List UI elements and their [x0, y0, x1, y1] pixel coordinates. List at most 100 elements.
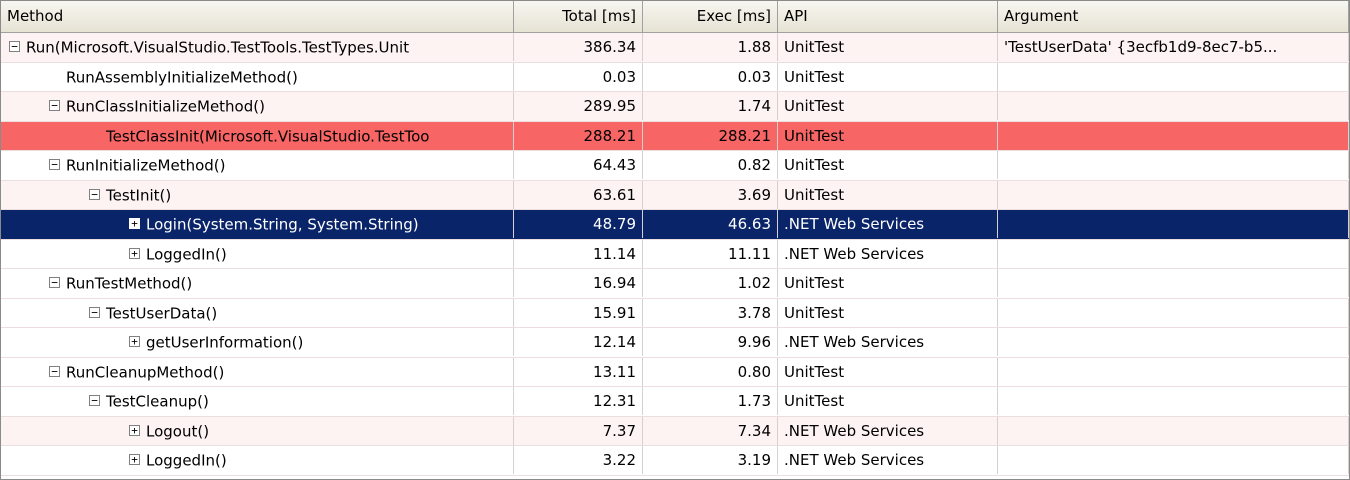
- collapse-toggle-icon[interactable]: −: [9, 41, 20, 52]
- table-row[interactable]: − TestCleanup() 12.31 1.73 UnitTest: [1, 387, 1349, 417]
- table-row[interactable]: − TestInit() 63.61 3.69 UnitTest: [1, 180, 1349, 210]
- exec-cell: 1.02: [643, 269, 778, 297]
- exec-cell: 1.88: [643, 33, 778, 61]
- column-header-total[interactable]: Total [ms]: [514, 1, 643, 32]
- method-name: TestUserData(): [106, 304, 218, 322]
- exec-cell: 46.63: [643, 210, 778, 238]
- total-cell: 386.34: [514, 33, 643, 61]
- argument-cell: [998, 446, 1349, 474]
- method-cell: − Run(Microsoft.VisualStudio.TestTools.Te…: [1, 33, 514, 61]
- method-cell: + LoggedIn(): [1, 446, 514, 474]
- total-cell: 288.21: [514, 121, 643, 150]
- collapse-toggle-icon[interactable]: −: [49, 277, 60, 288]
- table-row[interactable]: + LoggedIn() 11.14 11.11 .NET Web Services: [1, 239, 1349, 269]
- argument-cell: [998, 92, 1349, 120]
- method-name: TestCleanup(): [106, 392, 209, 411]
- column-header-bar: Method Total [ms] Exec [ms] API Argument: [1, 1, 1349, 33]
- method-cell: + getUserInformation(): [1, 328, 514, 356]
- table-row[interactable]: + Logout() 7.37 7.34 .NET Web Services: [1, 416, 1349, 446]
- total-cell: 289.95: [514, 92, 643, 120]
- api-cell: UnitTest: [778, 33, 998, 61]
- method-cell: − RunTestMethod(): [1, 269, 514, 297]
- exec-cell: 0.82: [643, 151, 778, 179]
- total-cell: 12.14: [514, 328, 643, 356]
- expand-toggle-icon[interactable]: +: [129, 247, 140, 259]
- argument-cell: [998, 239, 1349, 268]
- exec-cell: 3.69: [643, 180, 778, 209]
- argument-cell: 'TestUserData' {3ecfb1d9-8ec7-b5...: [998, 33, 1349, 61]
- table-row[interactable]: − RunCleanupMethod() 13.11 0.80 UnitTest: [1, 357, 1349, 387]
- collapse-toggle-icon[interactable]: −: [49, 365, 60, 377]
- api-cell: .NET Web Services: [778, 416, 998, 445]
- table-row[interactable]: RunAssemblyInitializeMethod() 0.03 0.03 Uni…: [1, 62, 1349, 92]
- method-cell: TestClassInit(Microsoft.VisualStudio.Tes…: [1, 121, 514, 150]
- expand-toggle-icon[interactable]: +: [129, 424, 140, 436]
- collapse-toggle-icon[interactable]: −: [89, 306, 100, 318]
- method-cell: − TestCleanup(): [1, 387, 514, 415]
- method-cell: + LoggedIn(): [1, 239, 514, 268]
- collapse-toggle-icon[interactable]: −: [89, 395, 100, 406]
- method-name: TestClassInit(Microsoft.VisualStudio.Tes…: [106, 127, 430, 145]
- api-cell: UnitTest: [778, 151, 998, 179]
- collapse-toggle-icon[interactable]: −: [49, 100, 60, 111]
- argument-cell: [998, 180, 1349, 209]
- exec-cell: 1.74: [643, 92, 778, 120]
- api-cell: UnitTest: [778, 298, 998, 327]
- exec-cell: 9.96: [643, 328, 778, 356]
- exec-cell: 0.80: [643, 357, 778, 386]
- table-row[interactable]: + getUserInformation() 12.14 9.96 .NET Web S…: [1, 328, 1349, 358]
- exec-cell: 3.78: [643, 298, 778, 327]
- argument-cell: [998, 357, 1349, 386]
- method-name: RunClassInitializeMethod(): [66, 97, 265, 116]
- api-cell: UnitTest: [778, 387, 998, 415]
- argument-cell: [998, 121, 1349, 150]
- exec-cell: 3.19: [643, 446, 778, 474]
- api-cell: .NET Web Services: [778, 210, 998, 238]
- total-cell: 13.11: [514, 357, 643, 386]
- total-cell: 11.14: [514, 239, 643, 268]
- api-cell: UnitTest: [778, 180, 998, 209]
- exec-cell: 7.34: [643, 416, 778, 445]
- collapse-toggle-icon[interactable]: −: [49, 159, 60, 170]
- method-name: TestInit(): [106, 186, 172, 204]
- total-cell: 64.43: [514, 151, 643, 179]
- method-name: Run(Microsoft.VisualStudio.TestTools.Tes…: [26, 38, 410, 57]
- exec-cell: 0.03: [643, 62, 778, 91]
- argument-cell: [998, 151, 1349, 179]
- total-cell: 0.03: [514, 62, 643, 91]
- expand-toggle-icon[interactable]: +: [129, 218, 140, 229]
- api-cell: .NET Web Services: [778, 328, 998, 356]
- api-cell: .NET Web Services: [778, 239, 998, 268]
- method-cell: − TestUserData(): [1, 298, 514, 327]
- method-name: RunInitializeMethod(): [66, 156, 226, 175]
- table-row[interactable]: − TestUserData() 15.91 3.78 UnitTest: [1, 298, 1349, 328]
- expand-toggle-icon[interactable]: +: [129, 454, 140, 465]
- table-row[interactable]: + Login(System.String, System.String) 48.7…: [1, 210, 1349, 240]
- method-cell: RunAssemblyInitializeMethod(): [1, 62, 514, 91]
- method-cell: − RunCleanupMethod(): [1, 357, 514, 386]
- argument-cell: [998, 387, 1349, 415]
- method-name: LoggedIn(): [146, 451, 227, 470]
- table-row[interactable]: − Run(Microsoft.VisualStudio.TestTools.Te…: [1, 33, 1349, 63]
- column-header-argument[interactable]: Argument: [998, 1, 1349, 32]
- total-cell: 48.79: [514, 210, 643, 238]
- column-header-exec[interactable]: Exec [ms]: [643, 1, 778, 32]
- table-row[interactable]: − RunTestMethod() 16.94 1.02 UnitTest: [1, 269, 1349, 299]
- table-row[interactable]: − RunInitializeMethod() 64.43 0.82 UnitTest: [1, 151, 1349, 181]
- method-cell: − RunClassInitializeMethod(): [1, 92, 514, 120]
- table-row[interactable]: + LoggedIn() 3.22 3.19 .NET Web Services: [1, 446, 1349, 476]
- method-cell: + Logout(): [1, 416, 514, 445]
- column-header-method[interactable]: Method: [1, 1, 514, 32]
- argument-cell: [998, 328, 1349, 356]
- expand-toggle-icon[interactable]: +: [129, 336, 140, 347]
- total-cell: 63.61: [514, 180, 643, 209]
- method-name: RunTestMethod(): [66, 274, 193, 293]
- collapse-toggle-icon[interactable]: −: [89, 188, 100, 200]
- table-row[interactable]: TestClassInit(Microsoft.VisualStudio.Tes…: [1, 121, 1349, 151]
- api-cell: UnitTest: [778, 92, 998, 120]
- table-row[interactable]: − RunClassInitializeMethod() 289.95 1.74 Uni…: [1, 92, 1349, 122]
- argument-cell: [998, 210, 1349, 238]
- method-name: RunAssemblyInitializeMethod(): [66, 68, 298, 86]
- call-tree-grid: Method Total [ms] Exec [ms] API Argument…: [0, 0, 1350, 480]
- column-header-api[interactable]: API: [778, 1, 998, 32]
